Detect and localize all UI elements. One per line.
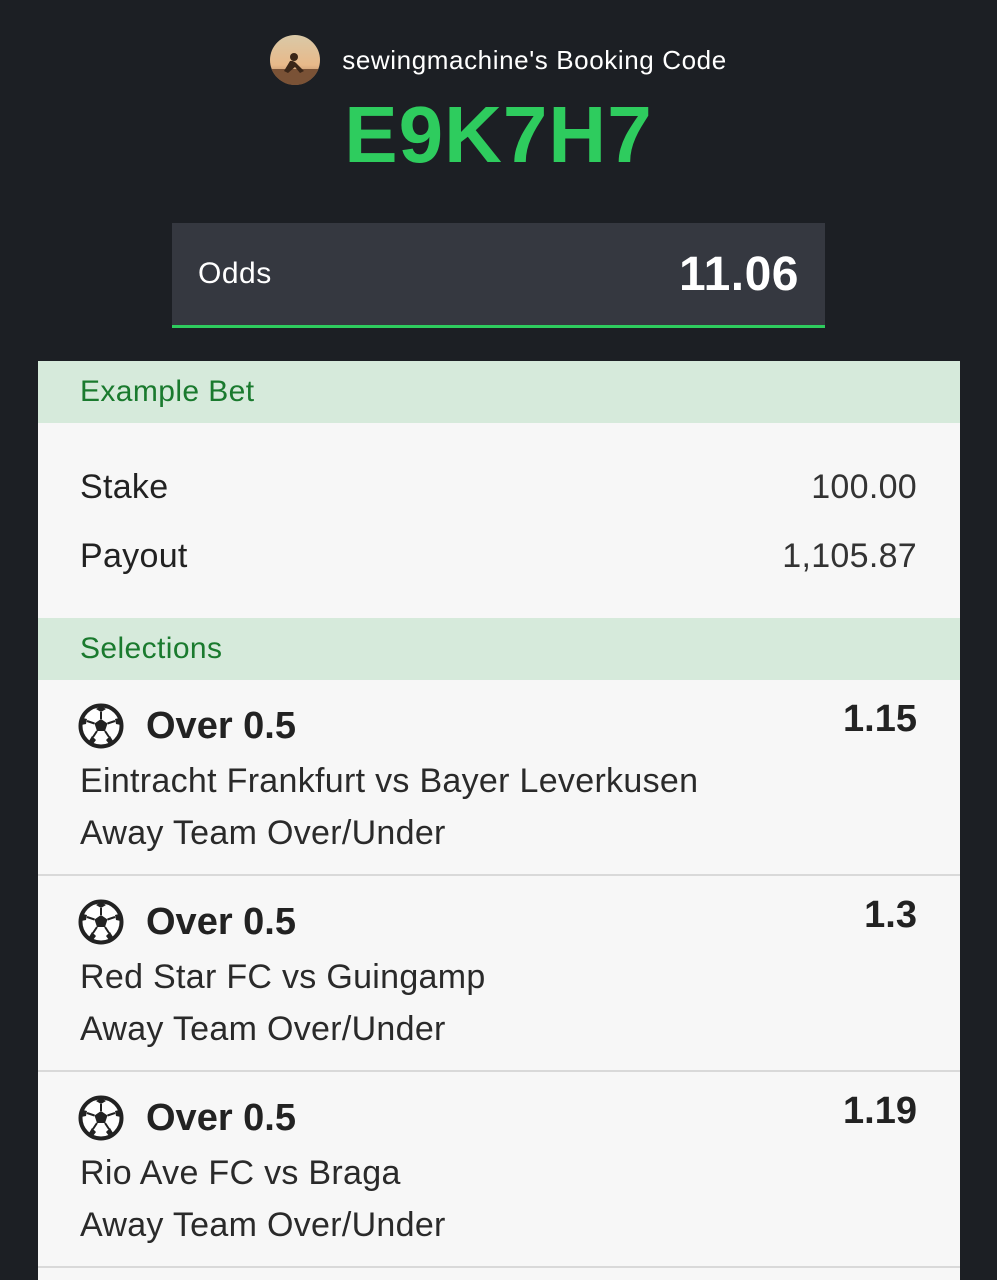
selection-odds: 1.15: [843, 698, 917, 740]
selection-market: Over 0.5: [146, 1096, 296, 1139]
selection-top-row: Over 0.5 1.19: [78, 1090, 917, 1142]
odds-value: 11.06: [679, 247, 799, 301]
bet-details-card: Example Bet Stake 100.00 Payout 1,105.87…: [38, 361, 960, 1280]
selection-odds: 1.3: [864, 894, 917, 936]
booking-code[interactable]: E9K7H7: [0, 92, 997, 178]
odds-label: Odds: [198, 257, 272, 290]
odds-summary: Odds 11.06: [172, 223, 825, 328]
selection-match: Eintracht Frankfurt vs Bayer Leverkusen: [80, 762, 699, 800]
selection-top-row: Over 0.5 1.15: [78, 698, 917, 750]
payout-row: Payout 1,105.87: [80, 536, 917, 576]
selection-market: Over 0.5: [146, 900, 296, 943]
example-bet-header: Example Bet: [38, 361, 960, 423]
selection-item[interactable]: Over 0.5 1.3 Red Star FC vs Guingamp Awa…: [38, 876, 960, 1072]
selection-bet-type: Away Team Over/Under: [80, 814, 446, 852]
payout-label: Payout: [80, 536, 188, 575]
stake-label: Stake: [80, 467, 169, 506]
selection-market: Over 0.5: [146, 704, 296, 747]
soccer-ball-icon: [78, 703, 124, 749]
selection-match: Rio Ave FC vs Braga: [80, 1154, 401, 1192]
selections-header: Selections: [38, 618, 960, 680]
booking-title: sewingmachine's Booking Code: [342, 44, 727, 75]
selection-bet-type: Away Team Over/Under: [80, 1010, 446, 1048]
soccer-ball-icon: [78, 899, 124, 945]
selection-top-row: Over 0.5 1.3: [78, 894, 917, 946]
payout-value: 1,105.87: [782, 536, 917, 575]
user-avatar-icon[interactable]: [270, 35, 321, 85]
booking-header: sewingmachine's Booking Code: [0, 34, 997, 86]
stake-value: 100.00: [811, 467, 917, 506]
selection-item[interactable]: Over 0.5 1.19 Rio Ave FC vs Braga Away T…: [38, 1072, 960, 1268]
selection-bet-type: Away Team Over/Under: [80, 1206, 446, 1244]
selection-match: Red Star FC vs Guingamp: [80, 958, 486, 996]
booking-code-page: sewingmachine's Booking Code E9K7H7 Odds…: [0, 0, 997, 1280]
soccer-ball-icon: [78, 1095, 124, 1141]
example-bet-body: Stake 100.00 Payout 1,105.87: [38, 423, 960, 618]
selection-item[interactable]: Over 0.5 1.15 Eintracht Frankfurt vs Bay…: [38, 680, 960, 876]
selection-odds: 1.19: [843, 1090, 917, 1132]
stake-row: Stake 100.00: [80, 467, 917, 507]
